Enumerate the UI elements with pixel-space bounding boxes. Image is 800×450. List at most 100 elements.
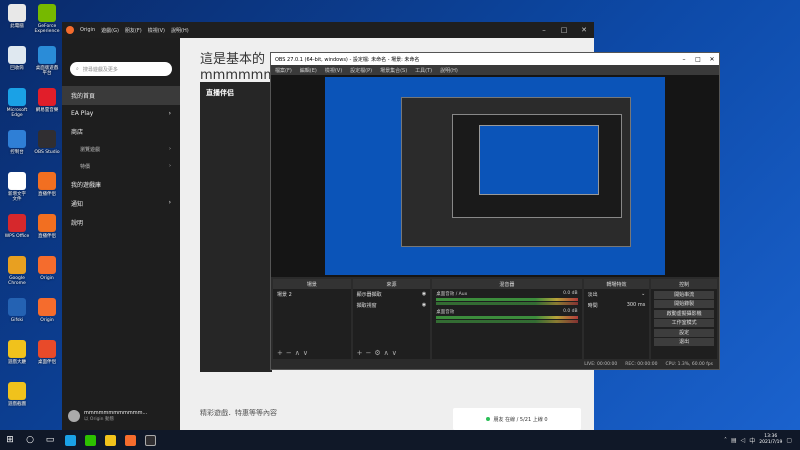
notification-center-icon[interactable]: ▢ (786, 437, 792, 444)
eye-icon[interactable]: ◉ (422, 291, 426, 298)
origin-menu-friends[interactable]: 朋友(F) (125, 27, 142, 34)
scene-item[interactable]: 場景 2 (273, 289, 351, 300)
start-button[interactable]: ⊞ (0, 430, 20, 450)
origin-sidebar: ⌕ 搜尋遊戲及更多 我的首頁 EA Play › 商店 瀏覽遊戲 › 特價 › 我的遊戲庫通知 ›… (62, 38, 180, 430)
desktop-icon[interactable]: 新增文字 文件 (2, 172, 32, 202)
friend-notification[interactable]: 朋友 在線 / 5/21 上線 0 (453, 408, 581, 430)
mixer-channel-label: 桌面音效 (436, 310, 455, 315)
control-button[interactable]: 退出 (654, 338, 714, 346)
origin-menu-view[interactable]: 檢視(V) (148, 27, 165, 34)
app-icon (38, 130, 56, 148)
maximize-icon[interactable]: □ (691, 56, 705, 63)
volume-slider[interactable] (436, 320, 578, 323)
desktop-icon[interactable]: OBS Studio (32, 130, 62, 155)
origin-titlebar: Origin 遊戲(G) 朋友(F) 檢視(V) 說明(H) – □ ✕ (62, 22, 594, 38)
control-button[interactable]: 開始串流 (654, 290, 714, 299)
sidebar-item[interactable]: 瀏覽遊戲 › (62, 141, 180, 158)
sidebar-item[interactable]: 我的首頁 (62, 86, 180, 105)
desktop-icon[interactable]: 此電腦 (2, 4, 32, 29)
origin-menu-help[interactable]: 說明(H) (171, 27, 189, 34)
obs-menu-item[interactable]: 檢視(V) (325, 67, 342, 74)
origin-taskbar-icon[interactable] (120, 430, 140, 450)
eye-icon[interactable]: ◉ (422, 302, 426, 309)
obs-menu-item[interactable]: 檔案(F) (275, 67, 292, 74)
minimize-icon[interactable]: – (677, 56, 691, 63)
obs-taskbar-icon[interactable] (140, 430, 160, 450)
desktop-icon[interactable]: 桌面伴侶 (32, 340, 62, 365)
desktop-icon[interactable]: 遊戲截圖 (2, 382, 32, 407)
transition-duration[interactable]: 時間 300 ms (584, 300, 650, 311)
obs-menu-item[interactable]: 工具(T) (415, 67, 432, 74)
sidebar-item-label: 我的遊戲庫 (71, 182, 102, 189)
minimize-icon[interactable]: – (534, 26, 554, 34)
desktop-icon[interactable]: 桌面版遊戲 平台 (32, 46, 62, 76)
user-profile[interactable]: mmmmmmmmmmmm... 以 Origin 動態 (68, 410, 147, 422)
source-item[interactable]: 擷取視窗 ◉ (353, 300, 431, 311)
transition-select[interactable]: 淡出 ⌄ (584, 289, 650, 300)
maximize-icon[interactable]: □ (554, 26, 574, 34)
source-toolbar[interactable]: +−⚙∧∨ (357, 349, 400, 357)
control-button[interactable]: 開始錄製 (654, 300, 714, 308)
notification-text: 朋友 在線 / 5/21 上線 0 (493, 416, 548, 423)
desktop-icon-label: 新增文字 文件 (8, 192, 26, 202)
desktop-icon[interactable]: GeForce Experience (32, 4, 62, 34)
wechat-icon[interactable] (80, 430, 100, 450)
close-icon[interactable]: ✕ (705, 56, 719, 63)
desktop-icon[interactable]: 直播伴侣 (32, 214, 62, 239)
sidebar-item[interactable]: 我的遊戲庫 (62, 175, 180, 194)
desktop-icon-label: 直播伴侣 (38, 234, 56, 239)
desktop-icon-label: WPS Office (4, 234, 30, 239)
desktop-icon[interactable]: 回收筒 (2, 46, 32, 71)
desktop-icon[interactable]: Origin (32, 298, 62, 323)
desktop-icon-label: 直播伴侣 (38, 192, 56, 197)
sidebar-item[interactable]: EA Play › (62, 105, 180, 122)
desktop-icon[interactable]: Google Chrome (2, 256, 32, 286)
desktop-icon-label: Gifski (10, 318, 24, 323)
volume-icon[interactable]: ◁ (741, 437, 746, 444)
desktop-icon[interactable]: 遊戲大廳 (2, 340, 32, 365)
control-button[interactable]: 啟動虛擬攝影機 (654, 309, 714, 318)
ime-indicator[interactable]: 中 (749, 436, 755, 445)
edge-icon[interactable] (60, 430, 80, 450)
live-companion-logo: 直播伴侣 (206, 89, 234, 97)
network-icon[interactable]: ▤ (731, 437, 737, 444)
nested-window (401, 97, 631, 247)
nested-obs-window (452, 114, 622, 218)
explorer-icon[interactable] (100, 430, 120, 450)
origin-search-input[interactable]: ⌕ 搜尋遊戲及更多 (70, 62, 172, 76)
app-icon (8, 46, 26, 64)
sidebar-item[interactable]: 商店 (62, 122, 180, 141)
desktop-icon[interactable]: 網易雲音樂 (32, 88, 62, 113)
obs-menu-item[interactable]: 說明(H) (440, 67, 458, 74)
source-item[interactable]: 顯示器擷取 ◉ (353, 289, 431, 300)
close-icon[interactable]: ✕ (574, 26, 594, 34)
mixer-channel: 桌面音效 0.0 dB (432, 307, 581, 325)
desktop-icon[interactable]: Microsoft Edge (2, 88, 32, 118)
origin-menu-origin[interactable]: Origin (80, 27, 95, 33)
scene-toolbar[interactable]: +−∧∨ (277, 349, 311, 357)
sidebar-item[interactable]: 通知 › (62, 194, 180, 213)
control-button[interactable]: 工作室模式 (654, 319, 714, 327)
scenes-dock: 場景 場景 2 +−∧∨ (273, 279, 351, 359)
preview-canvas (325, 77, 665, 275)
origin-menu-games[interactable]: 遊戲(G) (101, 27, 119, 34)
obs-menu-item[interactable]: 設定檔(P) (350, 67, 372, 74)
obs-menu-item[interactable]: 編輯(E) (300, 67, 317, 74)
control-button[interactable]: 設定 (654, 328, 714, 337)
search-icon[interactable]: ○ (20, 430, 40, 450)
sidebar-item[interactable]: 說明 (62, 213, 180, 232)
desktop-icon[interactable]: 控制台 (2, 130, 32, 155)
tray-chevron-icon[interactable]: ˄ (724, 437, 727, 444)
obs-menu-item[interactable]: 場景集合(S) (380, 67, 407, 74)
search-placeholder: 搜尋遊戲及更多 (82, 67, 118, 73)
volume-slider[interactable] (436, 302, 578, 305)
sidebar-item[interactable]: 特價 › (62, 158, 180, 175)
desktop-icon[interactable]: Origin (32, 256, 62, 281)
desktop-icon[interactable]: Gifski (2, 298, 32, 323)
desktop-icon[interactable]: 直播伴侣 (32, 172, 62, 197)
obs-preview[interactable] (271, 75, 719, 277)
clock[interactable]: 13:36 2021/7/19 (759, 434, 782, 446)
desktop-icon[interactable]: WPS Office (2, 214, 32, 239)
task-view-icon[interactable]: ▭ (40, 430, 60, 450)
desktop-icon-label: 桌面伴侶 (38, 360, 56, 365)
